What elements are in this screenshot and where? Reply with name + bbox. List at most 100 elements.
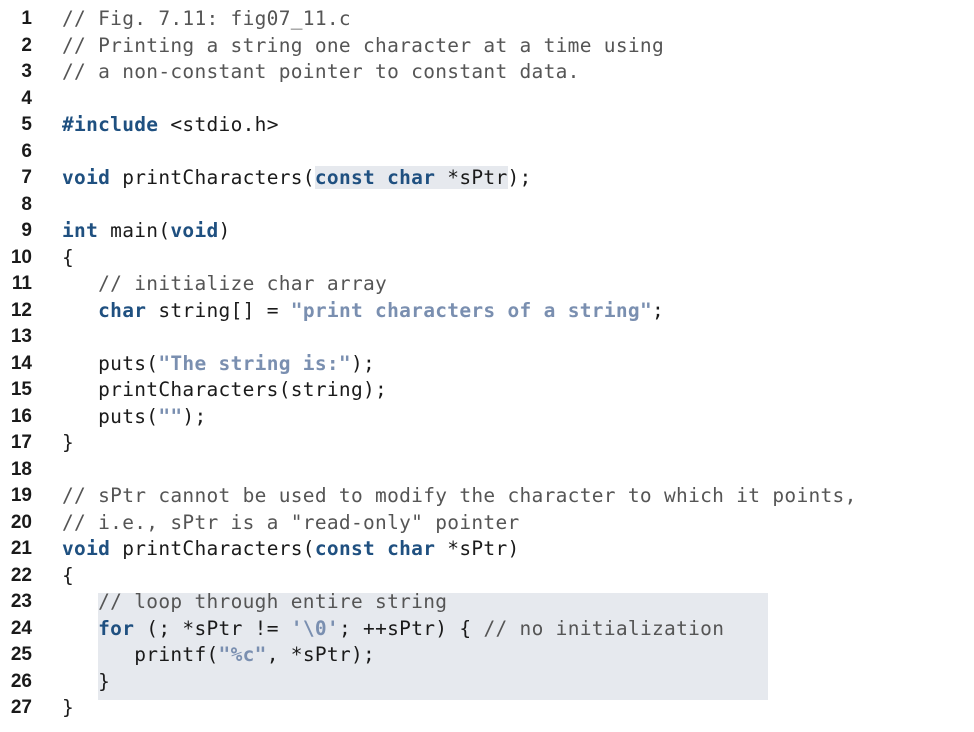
code-line: 14 puts("The string is:"); (0, 351, 974, 378)
code-token: } (62, 696, 75, 719)
code-token: main( (98, 219, 171, 242)
line-number: 6 (21, 140, 32, 162)
code-token: , *sPtr); (266, 643, 376, 666)
code-text: void printCharacters(const char *sPtr); (62, 165, 532, 192)
line-number: 14 (10, 352, 32, 374)
code-line: 17} (0, 430, 974, 457)
line-number: 21 (10, 538, 32, 559)
code-token: // Printing a string one character at a … (62, 33, 664, 57)
code-token: printCharacters(string); (62, 378, 388, 401)
code-token: *sPtr (435, 166, 508, 189)
code-token: void (170, 219, 219, 242)
code-token: void (62, 537, 111, 560)
code-token: printf( (62, 643, 219, 666)
code-text: for (; *sPtr != '\0'; ++sPtr) { // no in… (62, 616, 724, 643)
code-token: { (62, 563, 75, 587)
line-number: 9 (21, 220, 32, 241)
code-token: void (62, 166, 111, 189)
code-line: 27} (0, 695, 974, 722)
code-text: // initialize char array (62, 271, 387, 298)
code-token: #include (62, 113, 159, 136)
code-token: for (98, 616, 135, 640)
code-text: // i.e., sPtr is a "read-only" pointer (62, 510, 520, 537)
code-token: "%c" (218, 643, 267, 666)
line-number: 3 (21, 61, 32, 82)
code-line: 13 (0, 324, 974, 351)
code-token: char (98, 298, 147, 322)
code-text: // a non-constant pointer to constant da… (62, 59, 580, 86)
line-number: 13 (10, 326, 32, 347)
code-text: } (62, 695, 74, 722)
code-token: int (62, 219, 99, 242)
code-line: 15 printCharacters(string); (0, 377, 974, 404)
code-token: puts( (62, 351, 159, 375)
code-text: char string[] = "print characters of a s… (62, 298, 664, 325)
code-token: // i.e., sPtr is a "read-only" pointer (62, 510, 520, 534)
code-line: 21 void printCharacters(const char *sPtr) (0, 536, 974, 563)
code-line: 24 for (; *sPtr != '\0'; ++sPtr) { // no… (0, 616, 974, 643)
code-text: puts(""); (62, 404, 207, 431)
code-line: 23 // loop through entire string (0, 589, 974, 616)
line-number: 20 (10, 511, 32, 533)
line-number: 27 (10, 697, 32, 718)
code-token: const char (314, 537, 436, 560)
code-token: ) (218, 219, 231, 242)
line-number: 2 (21, 34, 32, 56)
line-number: 11 (11, 273, 32, 294)
line-number: 12 (10, 299, 32, 321)
code-token: ); (350, 351, 376, 375)
line-number: 24 (10, 617, 32, 639)
code-token: '\0' (290, 616, 339, 640)
code-token: "" (158, 404, 183, 428)
code-token: <stdio.h> (158, 113, 279, 136)
code-text: void printCharacters(const char *sPtr) (62, 536, 520, 563)
code-line: 4 (0, 86, 974, 113)
line-number: 4 (21, 87, 32, 109)
code-token: // Fig. 7.11: fig07_11.c (62, 7, 351, 30)
code-line: 11 // initialize char array (0, 271, 974, 298)
code-text: #include <stdio.h> (62, 112, 279, 139)
code-text: puts("The string is:"); (62, 351, 375, 378)
code-line: 8 (0, 192, 974, 219)
code-text: // Printing a string one character at a … (62, 33, 664, 60)
code-text: int main(void) (62, 218, 231, 245)
code-line: 10 { (0, 245, 974, 272)
code-token: "print characters of a string" (290, 298, 652, 322)
line-number: 8 (21, 193, 32, 215)
line-number: 1 (21, 8, 32, 29)
code-line: 5 #include <stdio.h> (0, 112, 974, 139)
code-line: 20 // i.e., sPtr is a "read-only" pointer (0, 510, 974, 537)
code-line: 12 char string[] = "print characters of … (0, 298, 974, 325)
code-listing: 1 // Fig. 7.11: fig07_11.c 2 // Printing a … (0, 6, 974, 722)
line-number: 7 (21, 167, 32, 188)
line-number: 10 (10, 246, 32, 268)
code-token: } (62, 431, 75, 454)
code-token: puts( (62, 404, 159, 428)
code-line: 7 void printCharacters(const char *sPtr); (0, 165, 974, 192)
code-token: // no initialization (483, 616, 725, 640)
code-text: { (62, 245, 74, 272)
code-line: 6 (0, 139, 974, 166)
code-token: // a non-constant pointer to constant da… (62, 60, 580, 83)
code-text: // sPtr cannot be used to modify the cha… (62, 483, 857, 510)
code-token: ; ++sPtr) { (338, 616, 484, 640)
code-token: *sPtr) (435, 537, 520, 560)
line-number: 23 (10, 591, 32, 612)
code-token: ); (507, 166, 532, 189)
line-number: 19 (10, 485, 32, 506)
code-token: ; (651, 298, 665, 322)
code-token: } (62, 669, 111, 693)
code-token: printCharacters( (110, 537, 315, 560)
code-token: // sPtr cannot be used to modify the cha… (62, 484, 857, 507)
line-number: 22 (10, 564, 32, 586)
code-token: { (62, 245, 75, 269)
code-text: } (62, 430, 74, 457)
code-text: { (62, 563, 74, 590)
code-token: // initialize char array (62, 272, 388, 295)
code-token: "The string is:" (158, 351, 351, 375)
code-line: 22 { (0, 563, 974, 590)
code-line: 25 printf("%c", *sPtr); (0, 642, 974, 669)
